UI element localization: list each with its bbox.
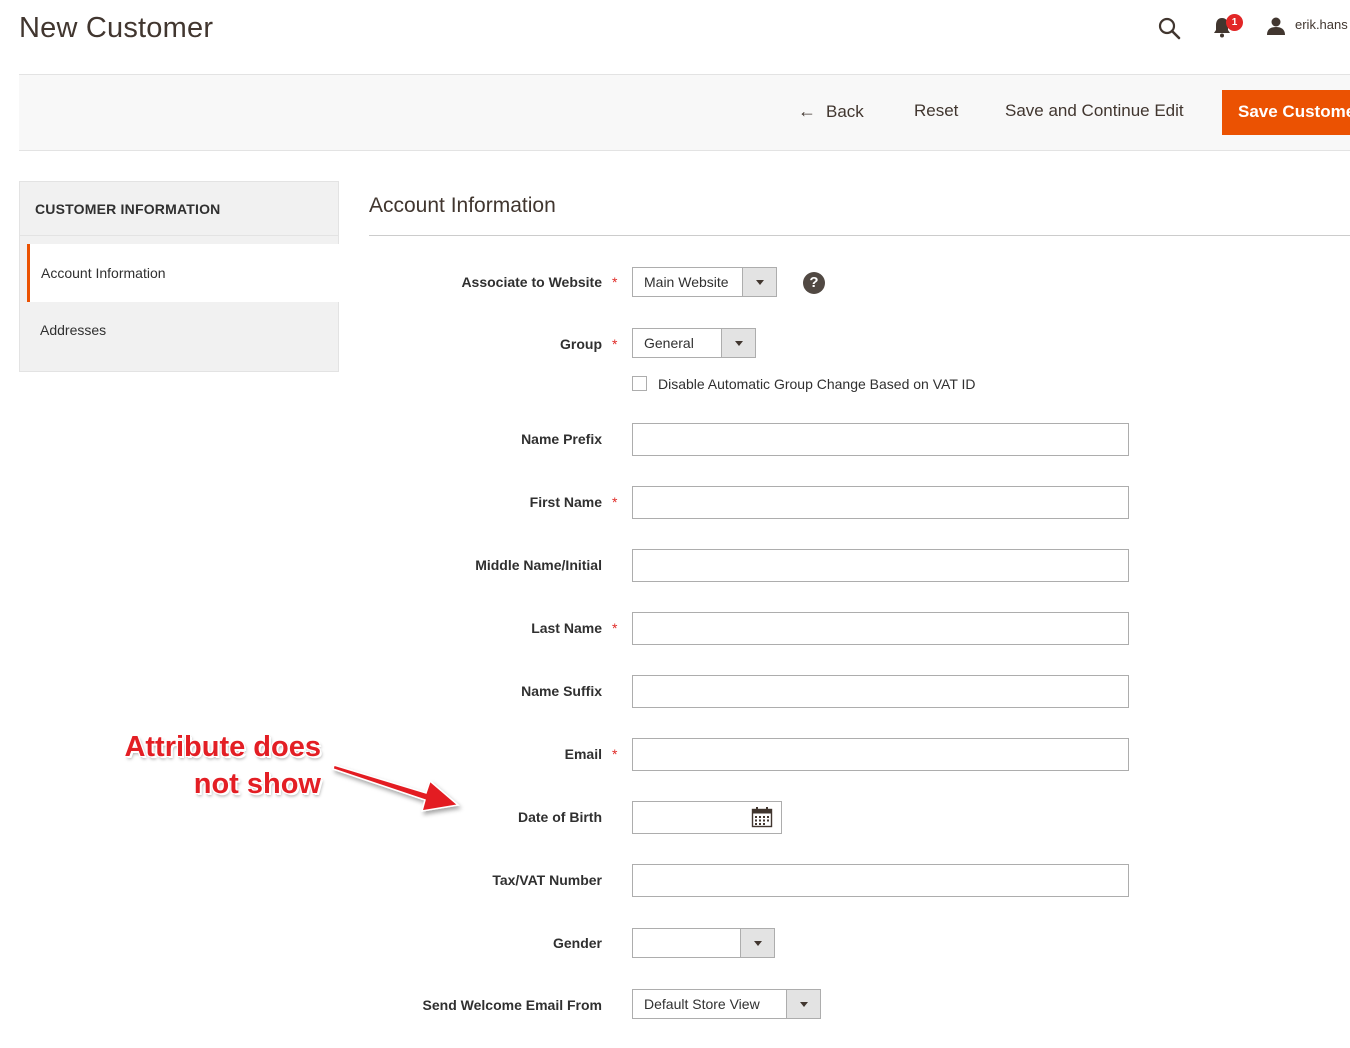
required-marker: * xyxy=(612,494,618,510)
last-name-label: Last Name xyxy=(531,620,602,636)
website-label: Associate to Website xyxy=(461,274,602,290)
last-name-input[interactable] xyxy=(632,612,1129,645)
disable-auto-group-label[interactable]: Disable Automatic Group Change Based on … xyxy=(658,376,976,392)
email-label: Email xyxy=(564,746,602,762)
website-select[interactable]: Main Website xyxy=(632,267,777,297)
required-marker: * xyxy=(612,620,618,636)
website-select-value: Main Website xyxy=(644,274,729,290)
name-prefix-label: Name Prefix xyxy=(521,431,602,447)
notification-badge[interactable]: 1 xyxy=(1226,14,1243,31)
annotation-text-line2: not show xyxy=(193,768,321,800)
group-select-value: General xyxy=(644,335,694,351)
calendar-icon[interactable] xyxy=(751,806,773,828)
name-suffix-input[interactable] xyxy=(632,675,1129,708)
required-marker: * xyxy=(612,274,618,290)
save-and-continue-button[interactable]: Save and Continue Edit xyxy=(1005,101,1184,121)
sidebar-item-label: Account Information xyxy=(41,265,166,281)
chevron-down-icon xyxy=(740,929,774,957)
user-name[interactable]: erik.hans xyxy=(1295,17,1348,32)
sidebar-title: CUSTOMER INFORMATION xyxy=(35,201,221,217)
annotation-arrow-icon xyxy=(332,764,460,812)
disable-auto-group-checkbox[interactable] xyxy=(632,376,647,391)
dob-label: Date of Birth xyxy=(518,809,602,825)
search-icon[interactable] xyxy=(1157,16,1181,40)
user-icon[interactable] xyxy=(1266,16,1286,36)
back-button-label: Back xyxy=(826,102,864,121)
annotation-text-line1: Attribute does xyxy=(124,731,321,763)
arrow-left-icon: ← xyxy=(798,101,816,121)
group-label: Group xyxy=(560,336,602,352)
customer-info-sidebar: CUSTOMER INFORMATION Account Information… xyxy=(19,181,339,372)
sidebar-item-addresses[interactable]: Addresses xyxy=(40,322,106,338)
middle-name-input[interactable] xyxy=(632,549,1129,582)
page-title: New Customer xyxy=(19,12,214,44)
help-icon[interactable]: ? xyxy=(803,272,825,294)
sidebar-item-account-information[interactable]: Account Information xyxy=(27,244,339,302)
middle-name-label: Middle Name/Initial xyxy=(475,557,602,573)
welcome-email-from-label: Send Welcome Email From xyxy=(422,997,602,1013)
welcome-email-from-value: Default Store View xyxy=(644,996,760,1012)
section-title: Account Information xyxy=(369,194,556,217)
chevron-down-icon xyxy=(786,990,820,1018)
gender-label: Gender xyxy=(552,935,602,951)
taxvat-label: Tax/VAT Number xyxy=(492,872,602,888)
required-marker: * xyxy=(612,746,618,762)
required-marker: * xyxy=(612,336,618,352)
reset-button[interactable]: Reset xyxy=(914,101,958,121)
name-suffix-label: Name Suffix xyxy=(521,683,602,699)
back-button[interactable]: ← Back xyxy=(798,101,864,122)
first-name-label: First Name xyxy=(529,494,602,510)
chevron-down-icon xyxy=(742,268,776,296)
email-input[interactable] xyxy=(632,738,1129,771)
taxvat-input[interactable] xyxy=(632,864,1129,897)
first-name-input[interactable] xyxy=(632,486,1129,519)
chevron-down-icon xyxy=(721,329,755,357)
divider xyxy=(20,235,338,236)
name-prefix-input[interactable] xyxy=(632,423,1129,456)
welcome-email-from-select[interactable]: Default Store View xyxy=(632,989,821,1019)
group-select[interactable]: General xyxy=(632,328,756,358)
gender-select[interactable] xyxy=(632,928,775,958)
save-customer-button[interactable]: Save Custome xyxy=(1222,90,1350,135)
divider xyxy=(369,235,1350,236)
